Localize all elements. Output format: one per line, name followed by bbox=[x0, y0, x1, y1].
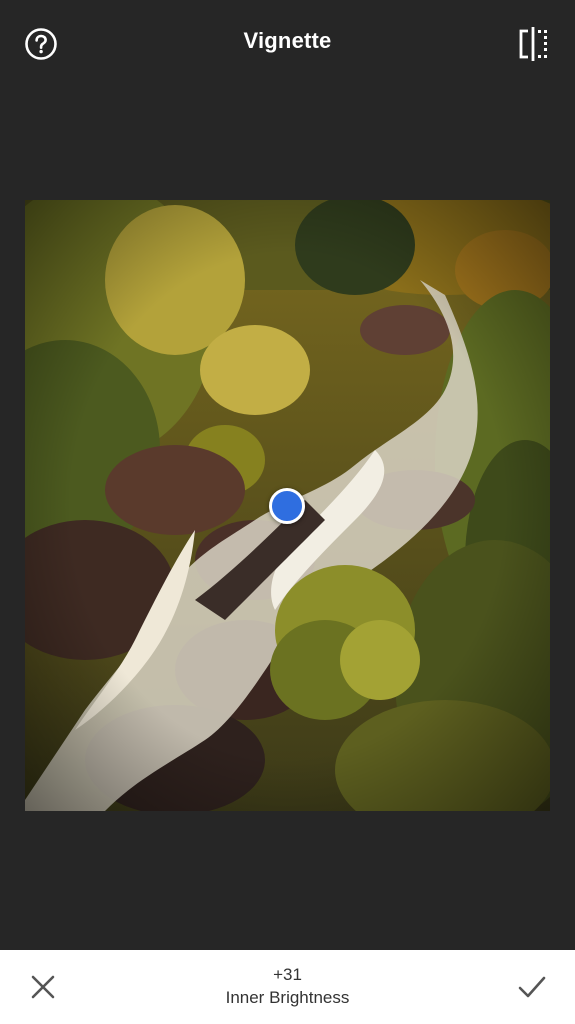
vignette-center-handle[interactable] bbox=[269, 488, 305, 524]
bottom-bar: +31 Inner Brightness bbox=[0, 950, 575, 1024]
editor-screen: Vignette +31 Inner Brightness bbox=[0, 0, 575, 1024]
adjustment-value: +31 bbox=[273, 965, 302, 984]
adjustment-parameter-name[interactable]: Inner Brightness bbox=[0, 988, 575, 1008]
screen-title: Vignette bbox=[243, 28, 332, 53]
checkmark-icon[interactable] bbox=[514, 970, 550, 1004]
top-bar: Vignette bbox=[0, 0, 575, 86]
compare-split-icon[interactable] bbox=[517, 26, 549, 62]
